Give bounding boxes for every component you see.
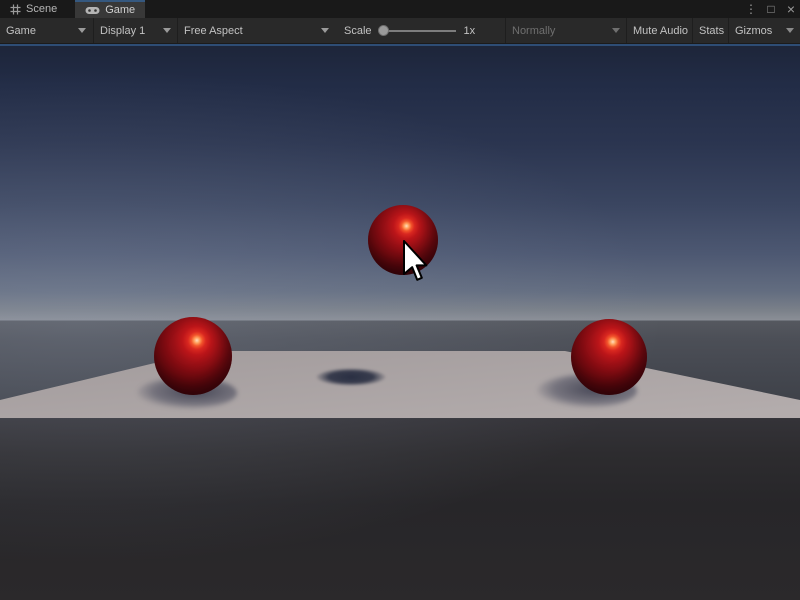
vsync-dropdown[interactable]: Normally: [505, 18, 626, 43]
game-popup-label: Game: [6, 25, 36, 37]
display-dropdown[interactable]: Display 1: [93, 18, 177, 43]
aspect-label: Free Aspect: [184, 25, 243, 37]
grid-icon: [10, 4, 21, 15]
slider-track[interactable]: [388, 30, 456, 32]
stats-button[interactable]: Stats: [692, 18, 728, 43]
stats-label: Stats: [699, 25, 724, 37]
mute-audio-button[interactable]: Mute Audio: [626, 18, 692, 43]
aspect-dropdown[interactable]: Free Aspect: [177, 18, 335, 43]
scale-value: 1x: [464, 25, 476, 37]
game-popup-dropdown[interactable]: Game: [0, 18, 92, 43]
red-sphere-left[interactable]: [154, 317, 232, 395]
tab-game[interactable]: Game: [75, 0, 145, 18]
tab-game-label: Game: [105, 4, 135, 16]
scale-label: Scale: [344, 25, 372, 37]
chevron-down-icon: [321, 28, 329, 33]
chevron-down-icon: [786, 28, 794, 33]
chevron-down-icon: [78, 28, 86, 33]
ground-platform: [0, 344, 800, 424]
close-icon[interactable]: ×: [784, 0, 798, 18]
panel-menu-icon[interactable]: ⋮: [744, 0, 758, 18]
viewport-top-line: [0, 44, 800, 46]
red-sphere-right[interactable]: [571, 319, 647, 395]
tab-scene-label: Scene: [26, 3, 57, 15]
chevron-down-icon: [612, 28, 620, 33]
tab-scene[interactable]: Scene: [0, 0, 67, 18]
gizmos-label: Gizmos: [735, 25, 772, 37]
chevron-down-icon: [163, 28, 171, 33]
scale-slider[interactable]: [378, 18, 456, 43]
gizmos-dropdown[interactable]: Gizmos: [728, 18, 800, 43]
sphere-shadow-floating: [316, 368, 386, 386]
window-controls: ⋮ □ ×: [744, 0, 798, 18]
mute-audio-label: Mute Audio: [633, 25, 688, 37]
panel-tab-bar: Scene Game ⋮ □ ×: [0, 0, 800, 18]
display-label: Display 1: [100, 25, 145, 37]
scale-control: Scale 1x: [338, 18, 486, 43]
maximize-icon[interactable]: □: [764, 0, 778, 18]
gamepad-icon: [85, 6, 100, 15]
vsync-label: Normally: [512, 25, 555, 37]
game-view-toolbar: Game Display 1 Free Aspect Scale 1x Norm…: [0, 18, 800, 44]
slider-knob[interactable]: [378, 25, 389, 36]
game-viewport[interactable]: [0, 44, 800, 600]
red-sphere-floating[interactable]: [368, 205, 438, 275]
